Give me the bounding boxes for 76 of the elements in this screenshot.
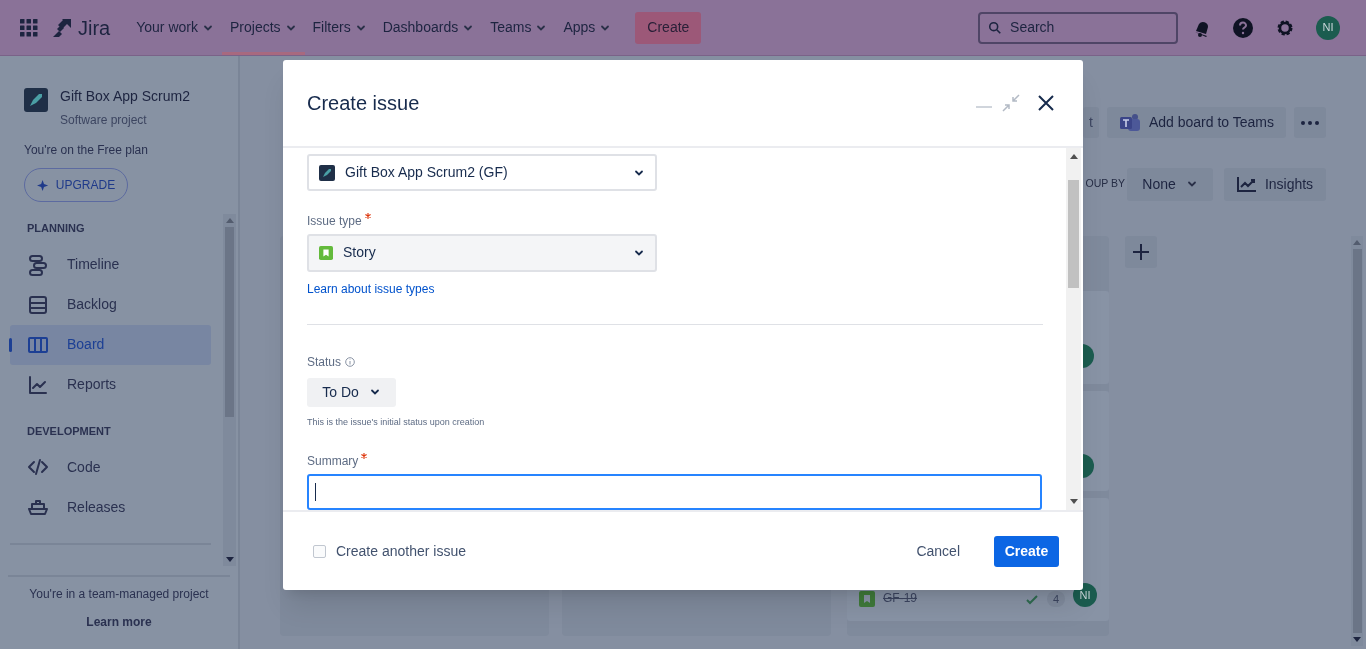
teams-icon: [1118, 112, 1141, 133]
nav-menu-item[interactable]: Teams: [482, 0, 556, 55]
search-input[interactable]: Search: [1010, 17, 1168, 38]
section-heading: DEVELOPMENT: [26, 423, 112, 439]
field-label: Summary: [307, 451, 1043, 470]
search-field[interactable]: Search: [978, 11, 1178, 44]
help-icon[interactable]: [1232, 16, 1254, 39]
nav-menu-item[interactable]: Dashboards: [374, 0, 483, 55]
story-points: 4: [1046, 590, 1065, 607]
status-dropdown[interactable]: To Do: [307, 377, 396, 408]
nav-menu-item[interactable]: Your work: [128, 0, 222, 55]
backlog-icon: [27, 293, 49, 316]
story-icon: [859, 591, 875, 607]
learn-more-link[interactable]: Learn more: [86, 613, 152, 631]
code-icon: [27, 456, 49, 478]
scroll-thumb[interactable]: [1068, 180, 1079, 288]
chart-icon: [27, 373, 49, 396]
text-cursor: [315, 482, 316, 501]
scroll-down-icon[interactable]: [1069, 499, 1078, 504]
more-icon: [1301, 120, 1319, 125]
help-text: This is the issue's initial status upon creation: [307, 416, 486, 430]
selected-indicator: [9, 337, 12, 352]
field-label: Status: [307, 353, 342, 371]
sidebar-item[interactable]: Timeline: [10, 244, 211, 285]
sidebar-scrollbar[interactable]: [223, 214, 236, 566]
nav-menu-item[interactable]: Filters: [304, 0, 375, 55]
search-icon: [988, 19, 1003, 36]
sidebar-item[interactable]: Code: [10, 447, 211, 487]
product-name[interactable]: Jira: [78, 12, 111, 43]
group-by-dropdown[interactable]: None: [1127, 167, 1213, 201]
scroll-down-icon[interactable]: [225, 557, 234, 562]
sparkle-icon: [36, 178, 50, 192]
dialog-scrollbar[interactable]: [1066, 148, 1081, 510]
issue-key[interactable]: GF-19: [883, 589, 917, 607]
footer-text: You're in a team-managed project: [29, 586, 209, 603]
issue-type-select[interactable]: Story: [307, 234, 657, 272]
sidebar-item[interactable]: Board: [10, 324, 211, 365]
checkbox-label[interactable]: Create another issue: [336, 540, 466, 562]
scroll-up-icon[interactable]: [1069, 154, 1078, 159]
scroll-thumb[interactable]: [1352, 249, 1362, 633]
dialog-title: Create issue: [307, 91, 420, 116]
more-button[interactable]: [1294, 107, 1326, 138]
timeline-icon: [27, 253, 49, 276]
add-to-teams-button[interactable]: Add board to Teams: [1106, 107, 1286, 138]
add-column-button[interactable]: [1125, 236, 1157, 268]
plan-text: You're on the Free plan: [23, 142, 149, 159]
create-button[interactable]: Create: [635, 11, 702, 44]
info-icon: [345, 356, 356, 367]
field-label: Issue type: [307, 212, 1043, 231]
section-heading: PLANNING: [26, 221, 86, 236]
learn-link[interactable]: Learn about issue types: [307, 279, 435, 298]
project-name[interactable]: Gift Box App Scrum2: [60, 86, 190, 107]
sidebar-item[interactable]: Backlog: [10, 284, 211, 325]
plus-icon: [1132, 243, 1150, 261]
close-icon[interactable]: [1037, 94, 1055, 112]
story-icon: [319, 245, 333, 260]
insights-button[interactable]: Insights: [1224, 167, 1326, 201]
logo-icon[interactable]: [52, 17, 72, 38]
project-select[interactable]: Gift Box App Scrum2 (GF): [307, 154, 657, 192]
user-avatar[interactable]: NI: [1316, 15, 1340, 40]
sidebar-item[interactable]: Releases: [10, 487, 211, 527]
scroll-down-icon[interactable]: [1353, 637, 1361, 642]
chart-icon: [1236, 176, 1257, 192]
project-type: Software project: [60, 112, 148, 129]
sidebar-item[interactable]: Reports: [10, 364, 211, 405]
create-submit-button[interactable]: Create: [994, 535, 1059, 567]
board-scrollbar[interactable]: [1351, 236, 1363, 646]
nav-menu-item[interactable]: Apps: [555, 0, 620, 55]
summary-input[interactable]: [307, 473, 1042, 510]
checkbox[interactable]: [313, 544, 326, 558]
group-by-label: OUP BY: [1085, 176, 1125, 192]
check-icon: [1024, 593, 1039, 607]
cancel-button[interactable]: Cancel: [904, 535, 972, 567]
collapse-icon[interactable]: [1001, 93, 1021, 113]
app-grid-icon[interactable]: [20, 18, 38, 37]
toolbar-button[interactable]: t: [1083, 107, 1099, 138]
